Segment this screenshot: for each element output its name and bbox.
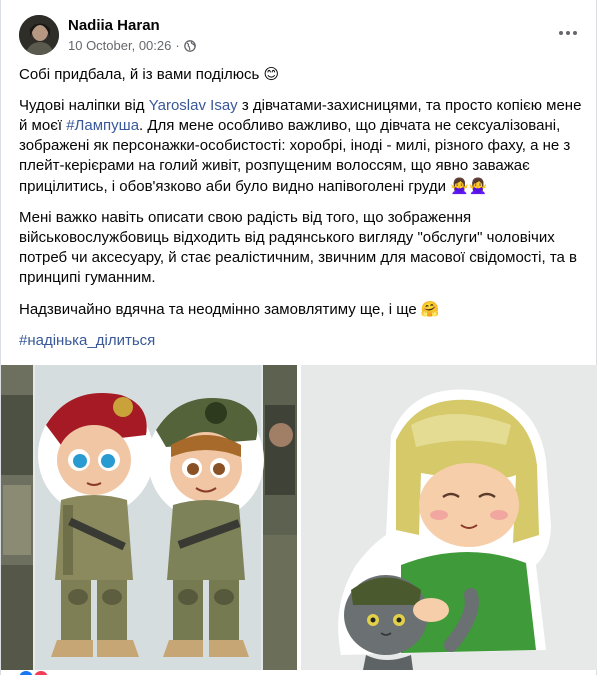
post-meta: 10 October, 00:26 · [68,38,196,53]
love-reaction-icon [34,671,49,675]
post-header: Nadiia Haran 10 October, 00:26 · [19,13,581,57]
more-dots-icon [559,31,563,35]
globe-icon [183,39,196,52]
paragraph-1: Собі придбала, й із вами поділюсь 😊 [19,65,280,83]
paragraph-2: Чудові наліпки від Yaroslav Isay з дівча… [19,97,582,195]
avatar[interactable] [19,15,59,55]
author-name[interactable]: Nadiia Haran [68,17,160,34]
like-reaction-icon [19,671,33,675]
post-text: Собі придбала, й із вами поділюсь 😊 Чудо… [19,64,584,362]
meta-separator: · [175,38,180,53]
post-card: Nadiia Haran 10 October, 00:26 · Собі пр… [0,0,597,675]
hugging-emoji: 🤗 [420,300,440,318]
post-timestamp[interactable]: 10 October, 00:26 [68,38,171,53]
photo-girl-with-cat-sticker[interactable] [301,365,597,670]
photo-grid [1,365,597,670]
paragraph-4: Надзвичайно вдячна та неодмінно замовлят… [19,300,440,318]
hashtag-link-nadinka[interactable]: #надінька_ділиться [19,332,155,349]
paragraph-hashtag: #надінька_ділиться [19,331,584,351]
paragraph-3: Мені важко навіть описати свою радість в… [19,209,578,286]
hashtag-link-lampusha[interactable]: #Лампуша [66,117,139,134]
more-options-button[interactable] [555,23,581,43]
photo-soldier-stickers[interactable] [1,365,297,670]
mention-link[interactable]: Yaroslav Isay [149,97,238,114]
smile-emoji: 😊 [263,65,280,83]
reaction-icons[interactable] [19,671,59,675]
gesturing-no-emoji: 🙅‍♀️🙅‍♀️ [450,177,488,195]
